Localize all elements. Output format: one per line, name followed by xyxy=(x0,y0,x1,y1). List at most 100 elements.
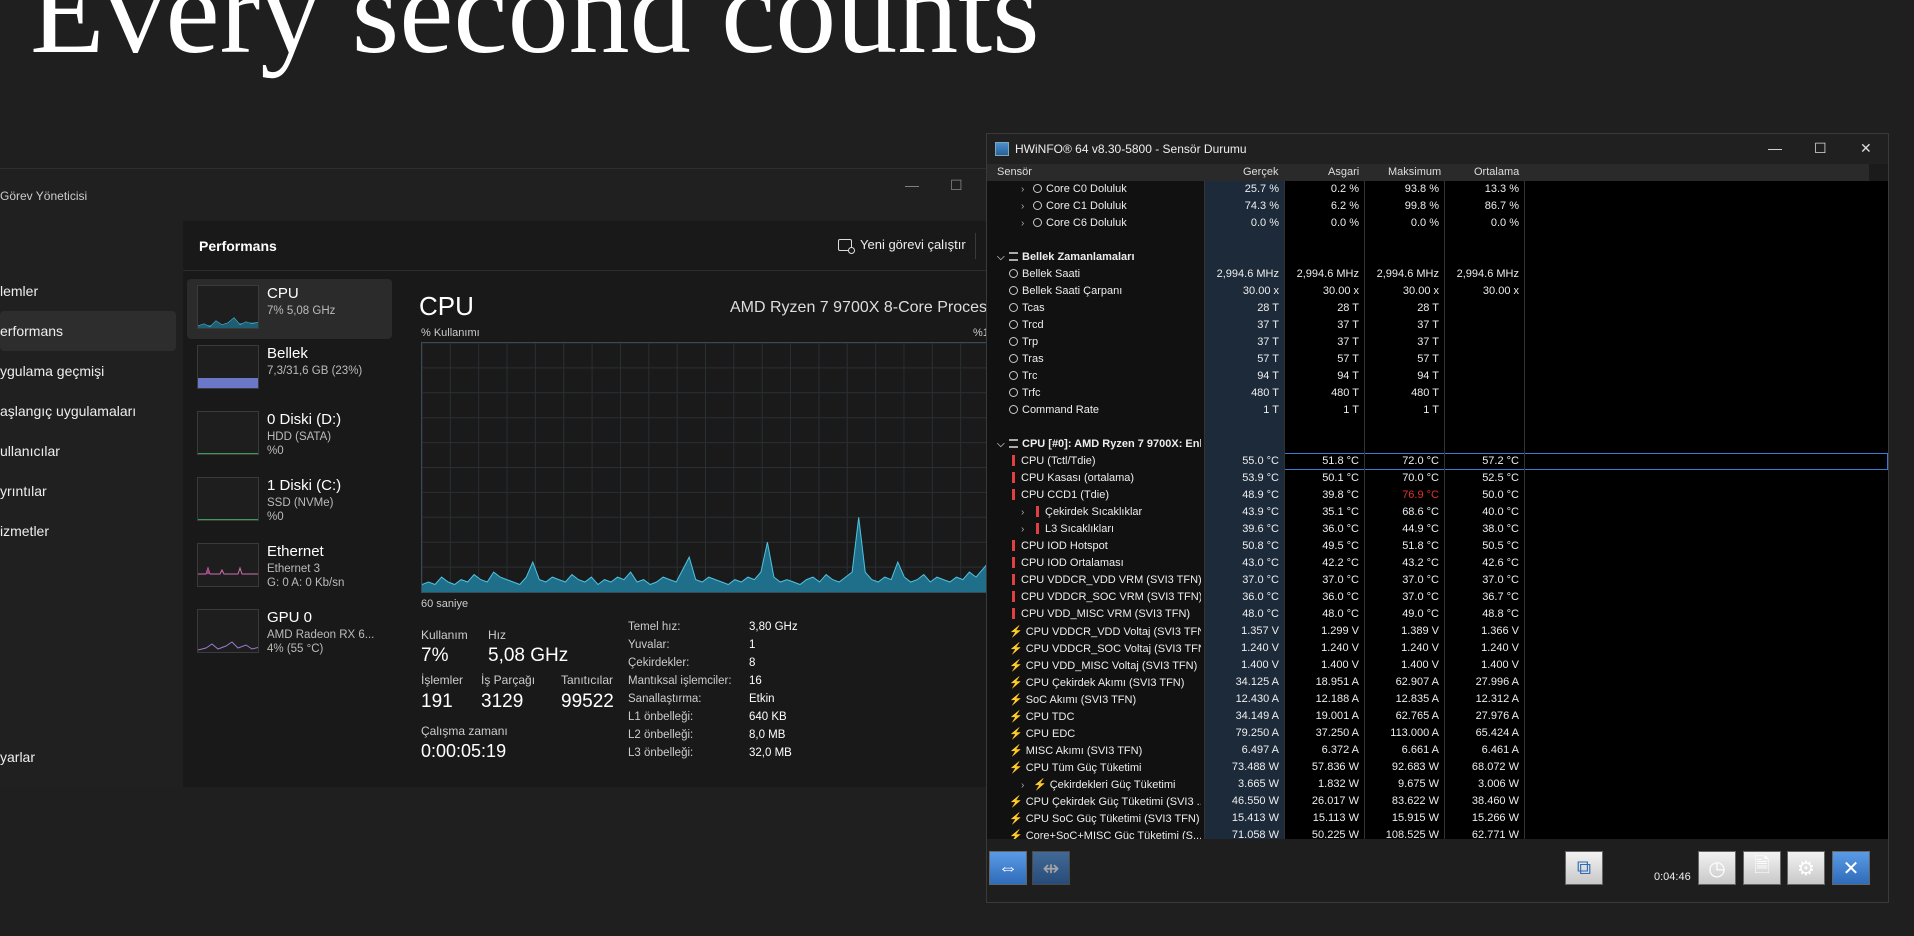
resource-card-ethernet[interactable]: Ethernet Ethernet 3 G: 0 A: 0 Kb/sn xyxy=(187,537,392,603)
sensor-row[interactable]: › ⚡ Çekirdekleri Güç Tüketimi 3.665 W 1.832 … xyxy=(987,776,1888,793)
close-icon: ✕ xyxy=(1842,857,1860,880)
log-button[interactable]: 🗎 xyxy=(1743,851,1781,885)
sensor-row[interactable]: › L3 Sıcaklıkları 39.6 °C 36.0 °C 44.9 °C 38.… xyxy=(987,521,1888,538)
nav-item-startup[interactable]: aşlangıç uygulamaları xyxy=(0,391,180,431)
clock-button[interactable]: ◷ xyxy=(1698,851,1736,885)
col-avg[interactable]: Ortalama xyxy=(1474,166,1519,178)
nav-item-performance[interactable]: erformans xyxy=(0,311,176,351)
col-min[interactable]: Asgari xyxy=(1328,166,1359,178)
maximize-icon[interactable]: ☐ xyxy=(950,177,963,194)
sensor-row[interactable]: Trfc 480 T 480 T 480 T xyxy=(987,385,1888,402)
sensor-row[interactable]: Tras 57 T 57 T 57 T xyxy=(987,351,1888,368)
speed-value: 5,08 GHz xyxy=(488,645,569,666)
col-current[interactable]: Gerçek xyxy=(1243,166,1278,178)
resource-card-disk1[interactable]: 1 Diski (C:) SSD (NVMe) %0 xyxy=(187,471,392,537)
value-current: 2,994.6 MHz xyxy=(1205,266,1285,283)
expand-icon[interactable]: › xyxy=(1021,184,1033,195)
expand-icon[interactable]: › xyxy=(1021,507,1033,518)
resource-card-gpu[interactable]: GPU 0 AMD Radeon RX 6... 4% (55 °C) xyxy=(187,603,392,669)
collapse-icon[interactable]: ⌵ xyxy=(997,252,1009,263)
collapse-arrows-button[interactable]: ⇹ xyxy=(1032,851,1070,885)
sensor-row[interactable]: CPU VDDCR_VDD VRM (SVI3 TFN) 37.0 °C 37.0 … xyxy=(987,572,1888,589)
sensor-row[interactable]: Bellek Saati 2,994.6 MHz 2,994.6 MHz 2,994.… xyxy=(987,266,1888,283)
close-icon[interactable]: ✕ xyxy=(1860,140,1872,157)
sensor-row[interactable]: › Core C1 Doluluk 74.3 % 6.2 % 99.8 % 86.7 % xyxy=(987,198,1888,215)
sensor-row[interactable]: ⚡ CPU TDC 34.149 A 19.001 A 62.765 A 27.976 A xyxy=(987,708,1888,725)
threads-value: 3129 xyxy=(481,691,524,712)
sensor-row[interactable]: ⚡ CPU SoC Güç Tüketimi (SVI3 TFN) 15.413 W… xyxy=(987,810,1888,827)
sensor-row[interactable]: Bellek Saati Çarpanı 30.00 x 30.00 x 30.00 … xyxy=(987,283,1888,300)
resource-card-disk0[interactable]: 0 Diski (D:) HDD (SATA) %0 xyxy=(187,405,392,471)
lightning-icon: ⚡ xyxy=(1009,745,1023,757)
sensor-row[interactable]: ⚡ CPU Çekirdek Güç Tüketimi (SVI3 ... 46.5… xyxy=(987,793,1888,810)
nav-item-details[interactable]: yrıntılar xyxy=(0,471,180,511)
value-max xyxy=(1365,436,1445,453)
nav-item-services[interactable]: izmetler xyxy=(0,511,180,551)
sensor-row[interactable]: Tcas 28 T 28 T 28 T xyxy=(987,300,1888,317)
minimize-icon[interactable]: — xyxy=(1768,140,1782,156)
resource-card-memory[interactable]: Bellek 7,3/31,6 GB (23%) xyxy=(187,339,392,405)
elapsed-time: 0:04:46 xyxy=(1654,871,1691,883)
sensor-label: ⚡ CPU Çekirdek Güç Tüketimi (SVI3 ... xyxy=(1009,795,1201,808)
expand-icon[interactable]: › xyxy=(1021,524,1033,535)
col-max[interactable]: Maksimum xyxy=(1388,166,1441,178)
sensor-row[interactable]: CPU CCD1 (Tdie) 48.9 °C 39.8 °C 76.9 °C 50.0… xyxy=(987,487,1888,504)
window-title: Görev Yöneticisi xyxy=(0,189,88,203)
nav-item-app-history[interactable]: ygulama geçmişi xyxy=(0,351,180,391)
sensor-row[interactable]: ⌵ CPU [#0]: AMD Ryzen 7 9700X: Enhanced xyxy=(987,436,1888,453)
sensor-row[interactable]: › Çekirdek Sıcaklıklar 43.9 °C 35.1 °C 68.6 … xyxy=(987,504,1888,521)
sensor-row[interactable]: CPU VDD_MISC VRM (SVI3 TFN) 48.0 °C 48.0 °… xyxy=(987,606,1888,623)
nav-item-settings[interactable]: yarlar xyxy=(0,749,35,765)
card-sub2: %0 xyxy=(267,445,284,457)
sensor-row[interactable]: ⚡ CPU VDD_MISC Voltaj (SVI3 TFN) 1.400 V 1.… xyxy=(987,657,1888,674)
value-avg xyxy=(1445,402,1525,419)
resource-card-cpu[interactable]: CPU 7% 5,08 GHz xyxy=(187,279,392,339)
sensor-row[interactable]: › Core C6 Doluluk 0.0 % 0.0 % 0.0 % 0.0 % xyxy=(987,215,1888,232)
sensor-name: Çekirdekleri Güç Tüketimi xyxy=(1049,779,1176,791)
sensor-row[interactable]: CPU IOD Hotspot 50.8 °C 49.5 °C 51.8 °C 50.5… xyxy=(987,538,1888,555)
nav-item-users[interactable]: ullanıcılar xyxy=(0,431,180,471)
detail-value: 8,0 MB xyxy=(749,729,786,741)
value-current: 36.0 °C xyxy=(1205,589,1285,606)
sensor-row[interactable]: CPU (Tctl/Tdie) 55.0 °C 51.8 °C 72.0 °C 57.2… xyxy=(987,453,1888,470)
sensor-row[interactable]: ⚡ SoC Akımı (SVI3 TFN) 12.430 A 12.188 A 12.… xyxy=(987,691,1888,708)
expand-arrows-button[interactable]: ⇔ xyxy=(989,851,1027,885)
sensor-row[interactable]: ⚡ MISC Akımı (SVI3 TFN) 6.497 A 6.372 A 6.66… xyxy=(987,742,1888,759)
sensor-row[interactable]: Trp 37 T 37 T 37 T xyxy=(987,334,1888,351)
sensor-row[interactable]: ⚡ CPU Çekirdek Akımı (SVI3 TFN) 34.125 A 18… xyxy=(987,674,1888,691)
sensor-row[interactable]: ⚡ CPU EDC 79.250 A 37.250 A 113.000 A 65.424 … xyxy=(987,725,1888,742)
value-max: 113.000 A xyxy=(1365,725,1445,742)
sensor-row[interactable]: ⌵ Bellek Zamanlamaları xyxy=(987,249,1888,266)
sensor-row[interactable] xyxy=(987,232,1888,249)
sensor-row[interactable]: ⚡ CPU Tüm Güç Tüketimi 73.488 W 57.836 W 92.… xyxy=(987,759,1888,776)
sensor-row[interactable]: CPU Kasası (ortalama) 53.9 °C 50.1 °C 70.0 … xyxy=(987,470,1888,487)
sensor-row[interactable]: CPU VDDCR_SOC VRM (SVI3 TFN) 36.0 °C 36.0 … xyxy=(987,589,1888,606)
maximize-icon[interactable]: ☐ xyxy=(1814,140,1827,157)
hwinfo-toolbar: ⇔ ⇹ ⧉ 0:04:46 ◷ 🗎 ⚙ ✕ xyxy=(987,839,1888,902)
sensor-row[interactable]: Command Rate 1 T1 T1 T xyxy=(987,402,1888,419)
sensor-row[interactable]: › Core C0 Doluluk 25.7 % 0.2 % 93.8 % 13.3 % xyxy=(987,181,1888,198)
sensor-label: Command Rate xyxy=(1009,404,1099,416)
network-button[interactable]: ⧉ xyxy=(1565,851,1603,885)
nav-item-processes[interactable]: lemler xyxy=(0,271,180,311)
expand-icon[interactable]: › xyxy=(1021,780,1033,791)
value-current: 15.413 W xyxy=(1205,810,1285,827)
settings-button[interactable]: ⚙ xyxy=(1787,851,1825,885)
collapse-icon[interactable]: ⌵ xyxy=(997,439,1009,450)
expand-icon[interactable]: › xyxy=(1021,201,1033,212)
new-task-button[interactable]: Yeni görevi çalıştır xyxy=(838,237,966,254)
sensor-row[interactable]: ⚡ Core+SoC+MISC Güç Tüketimi (S... 71.058 … xyxy=(987,827,1888,839)
card-sub2: G: 0 A: 0 Kb/sn xyxy=(267,577,345,589)
lightning-icon: ⚡ xyxy=(1009,728,1023,740)
expand-icon[interactable]: › xyxy=(1021,218,1033,229)
col-sensor[interactable]: Sensör xyxy=(997,166,1032,178)
close-button[interactable]: ✕ xyxy=(1832,851,1870,885)
sensor-row[interactable]: ⚡ CPU VDDCR_SOC Voltaj (SVI3 TFN) 1.240 V1… xyxy=(987,640,1888,657)
minimize-icon[interactable]: — xyxy=(905,177,919,193)
sensor-row[interactable]: CPU IOD Ortalaması 43.0 °C 42.2 °C 43.2 °C 4… xyxy=(987,555,1888,572)
sensor-row[interactable]: Trc 94 T 94 T 94 T xyxy=(987,368,1888,385)
sensor-row[interactable] xyxy=(987,419,1888,436)
sensor-row[interactable]: ⚡ CPU VDDCR_VDD Voltaj (SVI3 TFN) 1.357 V1… xyxy=(987,623,1888,640)
sensor-row[interactable]: Trcd 37 T 37 T 37 T xyxy=(987,317,1888,334)
value-avg xyxy=(1445,300,1525,317)
